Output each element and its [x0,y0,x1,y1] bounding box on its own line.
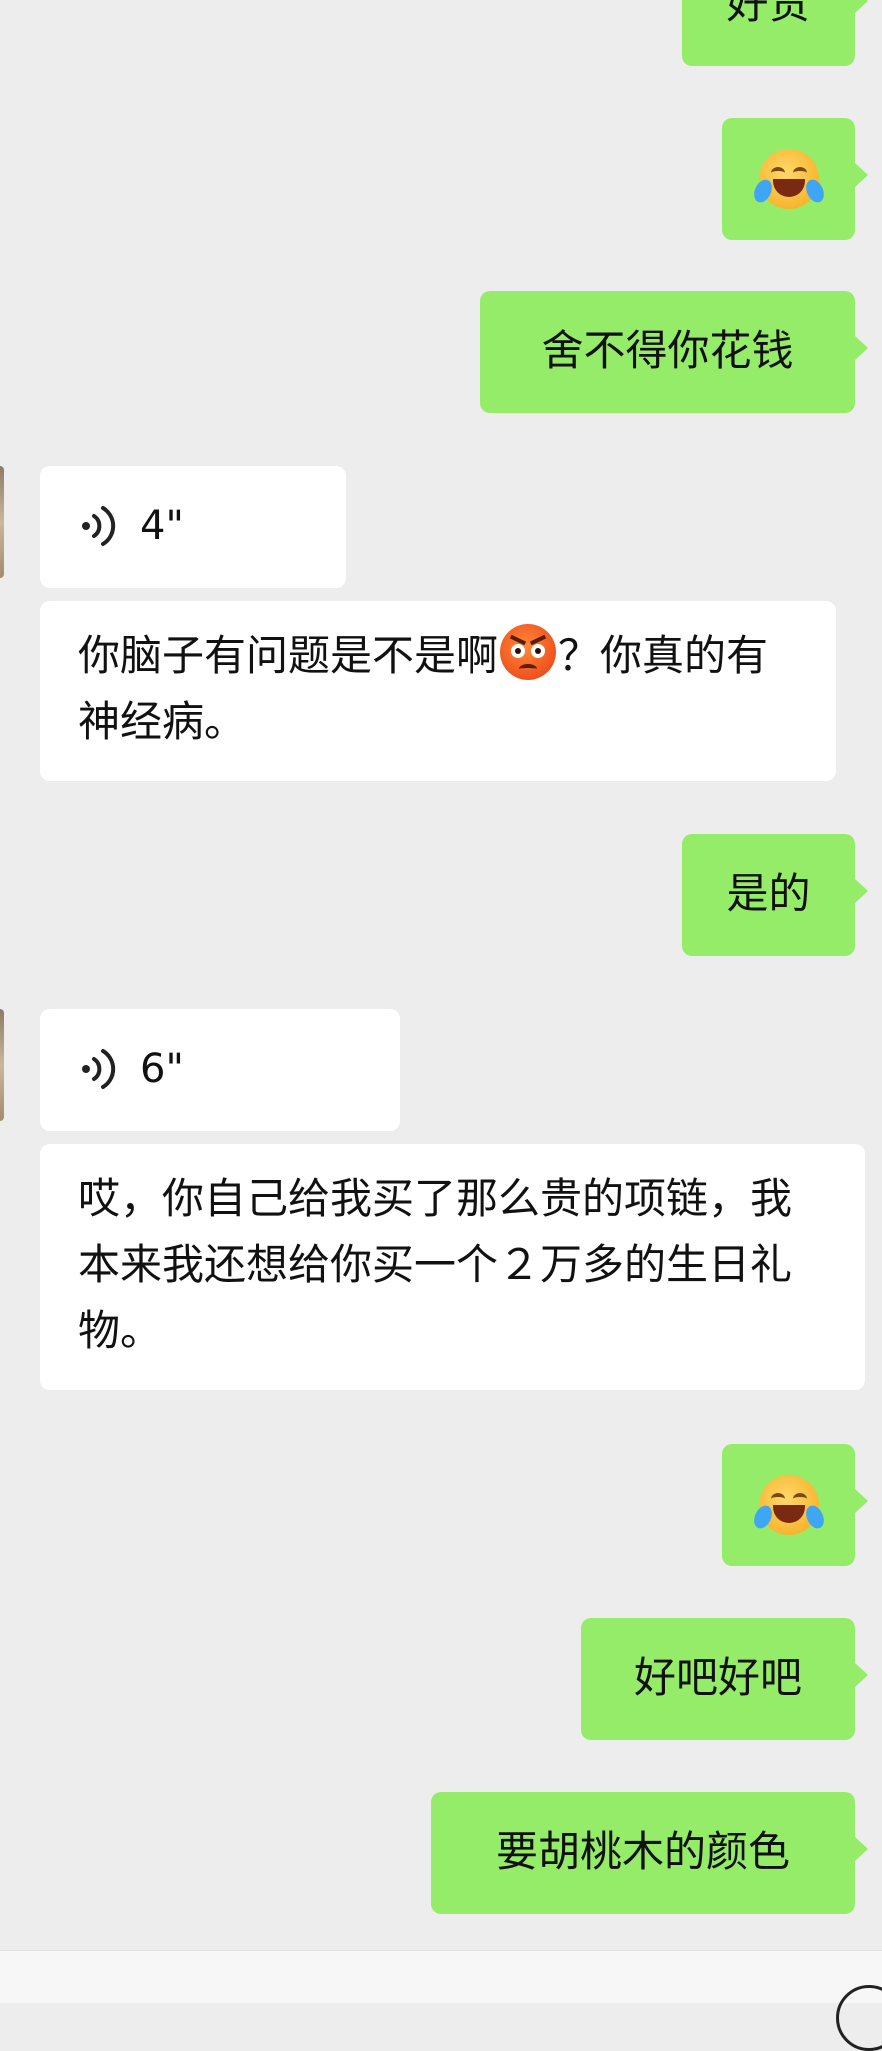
message-text: 是的 [726,869,811,918]
voice-message-bubble[interactable]: 6" [40,1009,400,1131]
message-text: 舍不得你花钱 [541,326,794,375]
their-message-bubble[interactable]: 你脑子有问题是不是啊 ？你真的有神经病。 [40,601,836,781]
my-message-bubble[interactable]: 是的 [682,834,868,956]
emoji-button-icon[interactable] [836,1985,882,2051]
face-with-tears-of-joy-icon [750,1475,827,1535]
my-message-bubble[interactable]: 好吧好吧 [581,1618,868,1740]
input-toolbar [0,1950,882,2051]
voice-duration: 6" [140,1046,184,1092]
my-message-bubble[interactable]: 好贵 [682,0,868,66]
message-text: 好贵 [726,0,811,28]
message-text: 好吧好吧 [633,1653,802,1702]
contact-avatar[interactable] [0,1009,4,1121]
their-message-bubble[interactable]: 哎，你自己给我买了那么贵的项链，我本来我还想给你买一个２万多的生日礼物。 [40,1144,865,1390]
voice-duration: 4" [140,503,184,549]
my-message-bubble[interactable] [722,1444,868,1566]
message-text: 哎，你自己给我买了那么贵的项链，我本来我还想给你买一个２万多的生日礼物。 [78,1174,793,1355]
voice-wave-icon [82,1049,116,1089]
angry-face-icon [500,624,557,680]
message-text-part: 你脑子有问题是不是啊 [78,631,499,680]
message-text: 要胡桃木的颜色 [495,1827,790,1876]
face-with-tears-of-joy-icon [750,149,827,209]
my-message-bubble[interactable] [722,118,868,240]
my-message-bubble[interactable]: 舍不得你花钱 [480,291,868,413]
voice-message-bubble[interactable]: 4" [40,466,346,588]
my-message-bubble[interactable]: 要胡桃木的颜色 [431,1792,868,1914]
contact-avatar[interactable] [0,466,4,578]
voice-wave-icon [82,506,116,546]
chat-messages-area[interactable]: 好贵 舍不得你花钱 4" 你脑子有问题是不是啊 ？你真的有神经病。 是的 6" … [0,0,882,1950]
